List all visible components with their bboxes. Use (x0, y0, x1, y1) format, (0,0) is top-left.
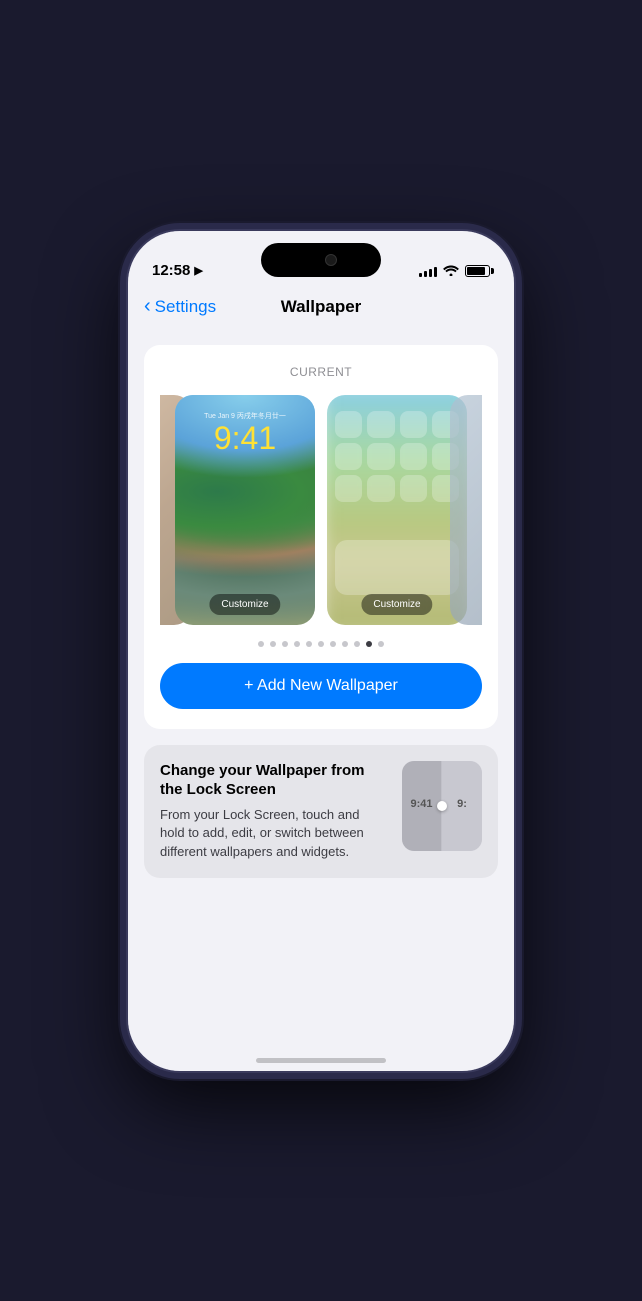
home-icon-slot-2 (367, 411, 394, 438)
lock-screen-overlay: Tue Jan 9 丙戌年冬月廿一 9:41 Customize (175, 395, 315, 625)
current-label: CURRENT (160, 365, 482, 379)
time-display: 12:58 (152, 262, 190, 279)
signal-bars-icon (419, 265, 437, 277)
home-screen-customize-button[interactable]: Customize (361, 594, 432, 615)
home-icon-slot-10 (367, 475, 394, 502)
home-icon-slot-11 (400, 475, 427, 502)
dynamic-island (261, 243, 381, 277)
page-title: Wallpaper (281, 297, 362, 317)
home-icon-slot-1 (335, 411, 362, 438)
home-widget (335, 540, 459, 595)
status-icons (419, 264, 490, 279)
info-card-description: From your Lock Screen, touch and hold to… (160, 806, 386, 863)
camera-dot (325, 254, 337, 266)
info-card-title: Change your Wallpaper from the Lock Scre… (160, 761, 386, 800)
home-icon-slot-7 (400, 443, 427, 470)
signal-bar-2 (424, 271, 427, 277)
home-icons-grid (335, 411, 459, 503)
illustration-home-time: 9: (457, 798, 467, 810)
signal-bar-1 (419, 273, 422, 277)
home-icon-slot-3 (400, 411, 427, 438)
info-text: Change your Wallpaper from the Lock Scre… (160, 761, 386, 863)
illustration-lock-screen: 9:41 (402, 761, 442, 851)
location-icon: ▶ (194, 264, 202, 277)
page-dot-2 (270, 641, 276, 647)
page-dot-3 (282, 641, 288, 647)
wallpaper-previews: Tue Jan 9 丙戌年冬月廿一 9:41 Customize (164, 395, 478, 625)
back-button[interactable]: ‹ Settings (144, 297, 216, 317)
wifi-icon (443, 264, 459, 279)
home-indicator[interactable] (256, 1058, 386, 1063)
home-screen-preview[interactable]: Customize (327, 395, 467, 625)
lock-date-time: Tue Jan 9 丙戌年冬月廿一 9:41 (175, 411, 315, 454)
back-label: Settings (155, 297, 216, 317)
phone-frame: 12:58 ▶ ‹ Sett (126, 229, 516, 1073)
info-card: Change your Wallpaper from the Lock Scre… (144, 745, 498, 879)
nav-bar: ‹ Settings Wallpaper (128, 285, 514, 329)
page-dot-6 (318, 641, 324, 647)
page-dot-7 (330, 641, 336, 647)
lock-screen-illustration: 9:41 9: (402, 761, 482, 851)
page-dot-8 (342, 641, 348, 647)
page-dot-4 (294, 641, 300, 647)
main-content: CURRENT Tue Jan 9 丙戌年冬月廿一 9:41 Cus (128, 329, 514, 1071)
signal-bar-4 (434, 267, 437, 277)
page-dots (160, 641, 482, 647)
page-dot-1 (258, 641, 264, 647)
chevron-left-icon: ‹ (144, 296, 151, 316)
lock-date: Tue Jan 9 丙戌年冬月廿一 (175, 411, 315, 421)
home-icon-slot-9 (335, 475, 362, 502)
signal-bar-3 (429, 269, 432, 277)
page-dot-10-active (366, 641, 372, 647)
add-wallpaper-button[interactable]: + Add New Wallpaper (160, 663, 482, 709)
page-dot-5 (306, 641, 312, 647)
lock-screen-preview[interactable]: Tue Jan 9 丙戌年冬月廿一 9:41 Customize (175, 395, 315, 625)
battery-fill (467, 267, 485, 275)
lock-screen-customize-button[interactable]: Customize (209, 594, 280, 615)
status-time: 12:58 ▶ (152, 262, 203, 279)
lock-time: 9:41 (175, 422, 315, 454)
illustration-divider-dot (437, 801, 447, 811)
illustration-lock-time: 9:41 (410, 798, 432, 810)
home-icon-slot-5 (335, 443, 362, 470)
home-icon-slot-6 (367, 443, 394, 470)
page-dot-11 (378, 641, 384, 647)
page-dot-9 (354, 641, 360, 647)
wallpaper-previews-wrapper: Tue Jan 9 丙戌年冬月廿一 9:41 Customize (160, 395, 482, 641)
illustration-home-screen: 9: (442, 761, 482, 851)
side-preview-right (450, 395, 482, 625)
battery-icon (465, 265, 490, 277)
wallpaper-card: CURRENT Tue Jan 9 丙戌年冬月廿一 9:41 Cus (144, 345, 498, 729)
